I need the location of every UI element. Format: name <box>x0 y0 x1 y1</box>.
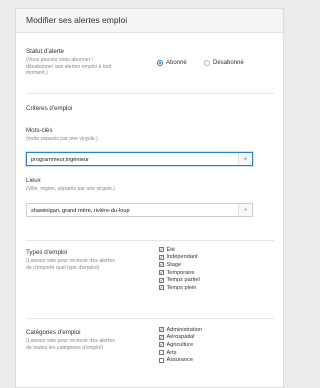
categories-help: (Laissez vide pour recevoir des alertes … <box>26 338 115 351</box>
job-type-stage[interactable]: ✓ Stage <box>159 261 200 269</box>
job-type-temps-partiel[interactable]: ✓ Temps partiel <box>159 276 200 284</box>
category-administration[interactable]: ✓ Administration <box>159 326 202 334</box>
radio-unchecked-icon[interactable] <box>204 60 210 66</box>
job-types-label: Types d'emploi <box>26 249 68 256</box>
keywords-value: programmeur,ingénieur <box>31 157 89 163</box>
status-label: Statut d'alerte <box>26 48 64 55</box>
checkbox-checked-icon[interactable]: ✓ <box>159 327 164 333</box>
job-types-help: (Laissez vide pour recevoir des alertes … <box>26 258 115 271</box>
checkbox-checked-icon[interactable]: ✓ <box>159 247 164 253</box>
job-types-list: ✓ Été ✓ Indépendant ✓ Stage ✓ Temporaire ✓ Te… <box>159 246 200 292</box>
keywords-input[interactable]: programmeur,ingénieur ◈ <box>26 152 253 166</box>
locations-label: Lieux <box>26 177 41 184</box>
subscribed-label: Abonné <box>166 60 187 66</box>
job-type-ete[interactable]: ✓ Été <box>159 246 200 254</box>
section-divider <box>26 240 274 241</box>
status-help: (Vous pouvez vous abonner / désabonner a… <box>26 57 112 76</box>
checkbox-checked-icon[interactable]: ✓ <box>159 270 164 276</box>
subscribed-radio[interactable]: Abonné <box>157 60 187 66</box>
location-icon: ● <box>238 204 252 216</box>
panel-title: Modifier ses alertes emploi <box>16 9 283 33</box>
job-type-temps-plein[interactable]: ✓ Temps plein <box>159 284 200 292</box>
checkbox-checked-icon[interactable]: ✓ <box>159 342 164 348</box>
category-aerospatial[interactable]: ✓ Aérospatial <box>159 334 202 342</box>
radio-checked-icon[interactable] <box>157 60 163 66</box>
unsubscribed-radio[interactable]: Désabonné <box>204 60 244 66</box>
checkbox-checked-icon[interactable]: ✓ <box>159 334 164 340</box>
categories-label: Catégories d'emploi <box>26 329 81 336</box>
checkbox-unchecked-icon[interactable] <box>159 357 164 363</box>
categories-list: ✓ Administration ✓ Aérospatial ✓ Agricultur… <box>159 326 202 364</box>
keywords-help: (mots séparés par une virgule.) <box>26 136 98 142</box>
keywords-label: Mots-clés <box>26 127 53 134</box>
category-assurance[interactable]: Assurance <box>159 356 202 364</box>
unsubscribed-label: Désabonné <box>213 60 244 66</box>
checkbox-checked-icon[interactable]: ✓ <box>159 254 164 260</box>
locations-help: (Ville, région, séparés par une virgule.… <box>26 186 116 192</box>
checkbox-checked-icon[interactable]: ✓ <box>159 277 164 283</box>
checkbox-checked-icon[interactable]: ✓ <box>159 262 164 268</box>
category-agriculture[interactable]: ✓ Agriculture <box>159 341 202 349</box>
section-divider <box>26 93 274 94</box>
category-arts[interactable]: Arts <box>159 349 202 357</box>
job-type-temporaire[interactable]: ✓ Temporaire <box>159 269 200 277</box>
checkbox-checked-icon[interactable]: ✓ <box>159 285 164 291</box>
tag-icon: ◈ <box>238 153 252 165</box>
edit-alerts-panel: Modifier ses alertes emploi Statut d'ale… <box>15 8 284 388</box>
checkbox-unchecked-icon[interactable] <box>159 350 164 356</box>
criteria-title: Critères d'emploi <box>26 105 73 112</box>
job-type-independant[interactable]: ✓ Indépendant <box>159 254 200 262</box>
locations-input[interactable]: shawinigan, grand mère, rivière-du-loup … <box>26 203 253 217</box>
locations-value: shawinigan, grand mère, rivière-du-loup <box>31 208 130 214</box>
section-divider <box>26 318 274 319</box>
